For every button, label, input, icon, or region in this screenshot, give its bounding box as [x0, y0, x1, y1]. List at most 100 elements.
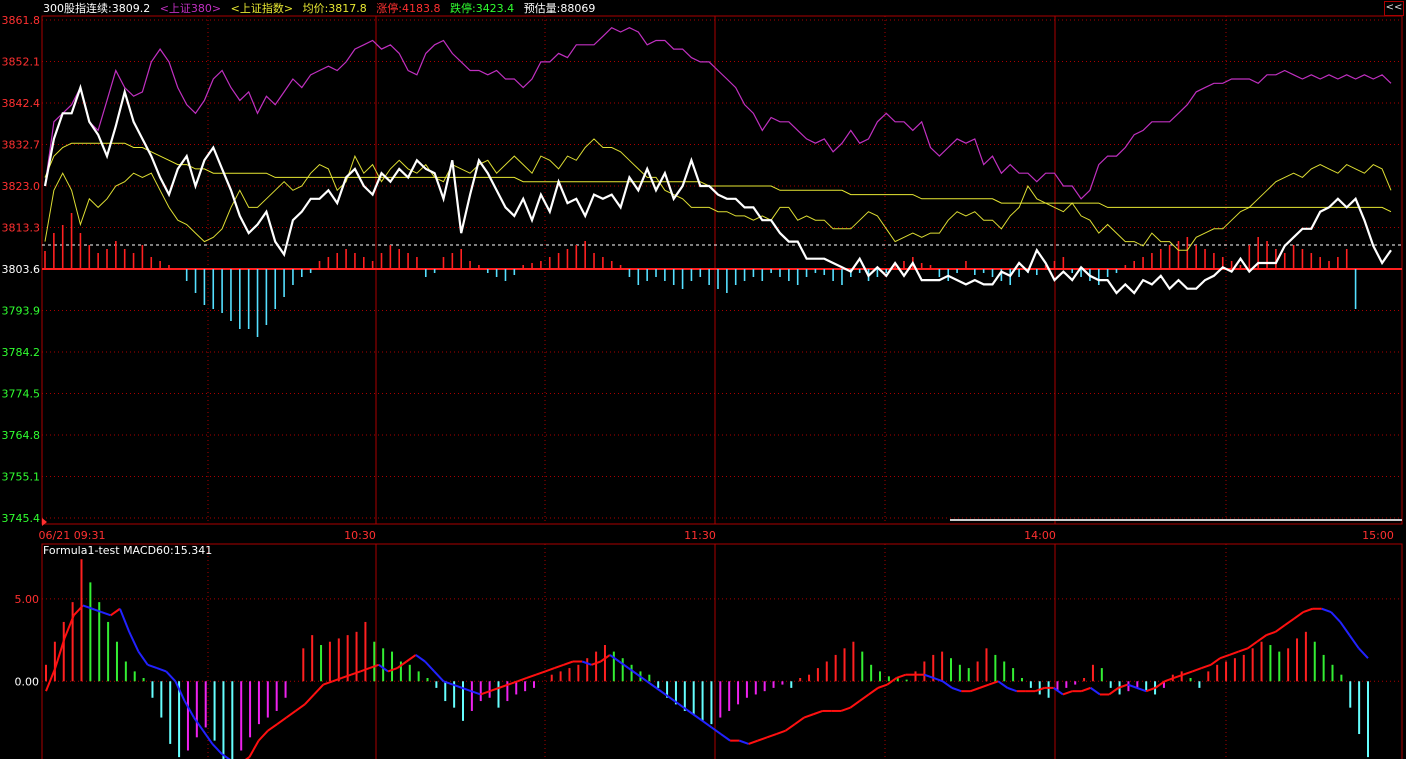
macd-line-segment	[480, 690, 491, 696]
macd-line-segment	[784, 723, 796, 732]
macd-line-segment	[1284, 617, 1295, 627]
macd-line-segment	[794, 716, 805, 725]
macd-line-segment	[396, 660, 408, 669]
macd-line-segment	[655, 687, 666, 696]
macd-line-segment	[535, 670, 546, 676]
macd-line-segment	[858, 693, 870, 702]
macd-line-segment	[156, 667, 167, 673]
macd-line-segment	[1256, 634, 1267, 643]
macd-line-segment	[257, 730, 269, 742]
macd-line-segment	[1062, 690, 1073, 696]
macd-line-segment	[276, 716, 287, 725]
macd-line-segment	[1321, 607, 1332, 613]
y-tick-label: 3745.4	[2, 512, 41, 525]
macd-line-segment	[1182, 670, 1193, 676]
macd-line-segment	[1108, 687, 1119, 696]
macd-line-segment	[868, 687, 879, 696]
y-tick-label: 3832.7	[2, 139, 41, 152]
macd-line-segment	[1192, 667, 1202, 673]
macd-line-segment	[1330, 611, 1341, 623]
y-tick-label: 3803.6	[2, 263, 41, 276]
y-tick-label: 3861.8	[2, 14, 41, 27]
macd-line-segment	[637, 673, 648, 683]
macd-line-segment	[757, 736, 768, 742]
x-tick-label: 10:30	[344, 529, 376, 542]
macd-line-segment	[45, 667, 57, 692]
macd-line-segment	[766, 733, 777, 739]
macd-line-segment	[433, 670, 445, 682]
macd-line-segment	[711, 726, 722, 735]
macd-line-segment	[563, 660, 574, 666]
macd-line-segment	[1007, 686, 1018, 693]
x-tick-label: 11:30	[684, 529, 716, 542]
macd-line-segment	[748, 739, 759, 745]
macd-line-segment	[1274, 624, 1286, 633]
macd-line-segment	[137, 651, 149, 666]
header-info-bar: 300股指连续:3809.2 <上证380> <上证指数> 均价:3817.8 …	[43, 2, 601, 16]
macd-line-segment	[119, 608, 131, 633]
collapse-button[interactable]: <<	[1384, 1, 1404, 16]
macd-line-segment	[424, 660, 436, 673]
macd-line-segment	[1358, 647, 1369, 659]
overlay-index-label[interactable]: <上证指数>	[231, 2, 293, 15]
macd-line-segment	[618, 660, 630, 669]
macd-line-segment	[341, 673, 352, 679]
macd-line-segment	[526, 673, 537, 679]
y-tick-label: 3755.1	[2, 471, 41, 484]
y-tick-label: 3842.4	[2, 97, 41, 110]
macd-line-segment	[544, 667, 555, 673]
macd-line-segment	[970, 686, 981, 693]
macd-line-segment	[1136, 686, 1147, 693]
x-tick-label: 14:00	[1024, 529, 1056, 542]
macd-line-segment	[1081, 686, 1091, 693]
contract-title: 300股指连续:3809.2	[43, 2, 151, 15]
x-tick-label: 06/21 09:31	[39, 529, 106, 542]
macd-line-segment	[101, 611, 112, 617]
macd-line-segment	[646, 680, 657, 689]
y-tick-label: 3813.3	[2, 222, 41, 235]
limit-up-label: 涨停:4183.8	[376, 2, 441, 15]
y-tick-label: 3793.9	[2, 305, 41, 318]
macd-line-segment	[304, 693, 315, 706]
macd-line-segment	[1339, 621, 1351, 636]
macd-line-segment	[1302, 607, 1313, 613]
macd-line-segment	[110, 607, 121, 617]
chart-canvas: 3861.8 3852.1 3842.4 3832.7 3823.0 3813.3 3803…	[2, 14, 1403, 759]
macd-line-segment	[295, 703, 306, 712]
macd-line-segment	[1228, 650, 1239, 656]
macd-line-segment	[147, 663, 158, 670]
macd-line-segment	[896, 673, 907, 679]
macd-line-segment	[720, 733, 731, 742]
macd-line-segment	[627, 667, 639, 676]
macd-line-segment	[285, 710, 297, 719]
macd-line-segment	[313, 683, 325, 696]
macd-line-segment	[248, 740, 260, 758]
macd-line-segment	[165, 670, 177, 682]
macd-line-segment	[877, 683, 888, 689]
macd-line-segment	[849, 700, 861, 709]
estimated-volume-label: 预估量:88069	[523, 2, 596, 15]
macd-line-segment	[1348, 634, 1360, 649]
macd-line-segment	[1238, 647, 1249, 653]
overlay-380-label[interactable]: <上证380>	[160, 2, 221, 15]
macd-line-segment	[554, 663, 565, 670]
time-cursor-marker	[42, 518, 47, 526]
macd-line-segment	[1090, 687, 1101, 696]
macd-line-segment	[775, 729, 786, 735]
y-tick-label: 3774.5	[2, 388, 41, 401]
macd-line-segment	[979, 683, 990, 689]
macd-line-segment	[1247, 640, 1258, 650]
macd-line-segment	[1293, 611, 1304, 620]
macd-line-segment	[840, 706, 851, 712]
y-tick-label: 3852.1	[2, 56, 41, 69]
macd-line-segment	[193, 716, 204, 732]
macd-line-segment	[267, 723, 278, 732]
macd-line-segment	[1201, 663, 1212, 670]
macd-line-segment	[405, 654, 417, 663]
limit-down-label: 跌停:3423.4	[449, 2, 515, 15]
macd-line-segment	[183, 700, 195, 719]
indicator-label: Formula1-test MACD60:15.341	[43, 544, 213, 557]
x-tick-label: 15:00	[1362, 529, 1394, 542]
y-tick-label: 3784.2	[2, 346, 41, 359]
average-price-label: 均价:3817.8	[302, 2, 367, 15]
